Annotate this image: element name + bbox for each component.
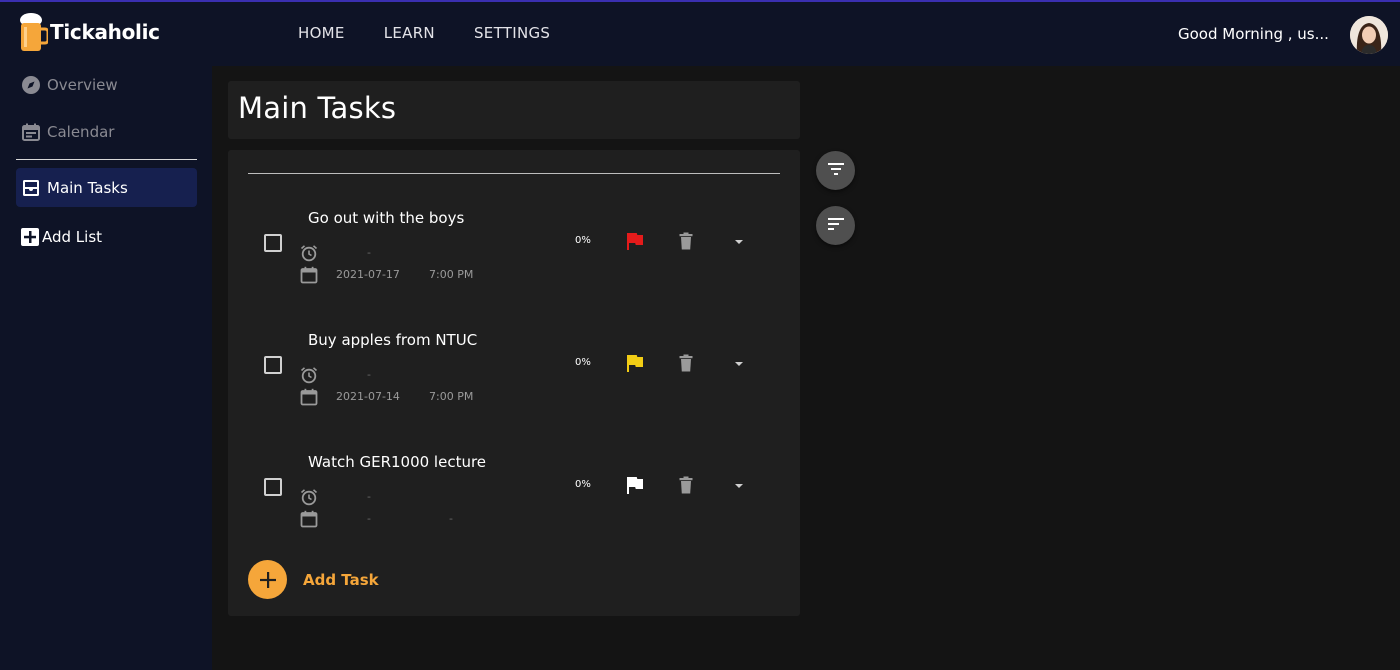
sidebar-item-label: Calendar bbox=[47, 123, 115, 141]
sidebar-item-label: Add List bbox=[42, 228, 103, 246]
trash-icon[interactable] bbox=[676, 231, 696, 251]
filter-icon bbox=[826, 159, 846, 183]
top-bar: Tickaholic HOME LEARN SETTINGS Good Morn… bbox=[0, 0, 1400, 66]
chevron-down-icon[interactable] bbox=[729, 475, 749, 495]
task-panel: Go out with the boys - 2021-07-17 7:00 P… bbox=[228, 150, 800, 616]
task-name: Go out with the boys bbox=[308, 209, 465, 227]
compass-icon bbox=[21, 75, 41, 95]
sidebar-divider bbox=[16, 159, 197, 160]
nav-home[interactable]: HOME bbox=[298, 24, 345, 42]
sort-button[interactable] bbox=[816, 206, 855, 245]
task-time: - bbox=[449, 512, 453, 525]
flag-icon[interactable] bbox=[625, 231, 645, 251]
reminder-value: - bbox=[367, 368, 371, 381]
reminder-value: - bbox=[367, 490, 371, 503]
calendar-icon bbox=[21, 122, 41, 142]
sidebar-item-label: Overview bbox=[47, 76, 118, 94]
sidebar-item-calendar[interactable]: Calendar bbox=[16, 113, 197, 151]
flag-icon[interactable] bbox=[625, 353, 645, 373]
page-title: Main Tasks bbox=[238, 91, 397, 125]
sidebar: Overview Calendar Main Tasks Add List bbox=[0, 66, 212, 670]
task-item: Go out with the boys - 2021-07-17 7:00 P… bbox=[228, 204, 800, 294]
flag-icon[interactable] bbox=[625, 475, 645, 495]
filter-button[interactable] bbox=[816, 151, 855, 190]
nav-learn[interactable]: LEARN bbox=[384, 24, 435, 42]
main-nav: HOME LEARN SETTINGS bbox=[298, 24, 589, 42]
add-box-icon bbox=[20, 227, 40, 247]
task-date: 2021-07-14 bbox=[336, 390, 400, 403]
task-item: Buy apples from NTUC - 2021-07-14 7:00 P… bbox=[228, 326, 800, 416]
task-checkbox[interactable] bbox=[264, 478, 282, 496]
chevron-down-icon[interactable] bbox=[729, 353, 749, 373]
task-time: 7:00 PM bbox=[429, 268, 474, 281]
app-logo[interactable]: Tickaholic bbox=[18, 10, 160, 54]
sort-icon bbox=[826, 214, 846, 238]
alarm-icon bbox=[300, 244, 318, 262]
calendar-icon bbox=[300, 266, 318, 284]
task-progress: 0% bbox=[575, 357, 591, 368]
task-item: Watch GER1000 lecture - - - 0% bbox=[228, 448, 800, 538]
nav-settings[interactable]: SETTINGS bbox=[474, 24, 550, 42]
add-task-label: Add Task bbox=[303, 570, 379, 589]
plus-icon bbox=[248, 560, 287, 599]
inbox-icon bbox=[21, 178, 41, 198]
task-time: 7:00 PM bbox=[429, 390, 474, 403]
calendar-icon bbox=[300, 510, 318, 528]
task-progress: 0% bbox=[575, 479, 591, 490]
add-task-button[interactable]: Add Task bbox=[248, 560, 379, 599]
task-progress: 0% bbox=[575, 235, 591, 246]
alarm-icon bbox=[300, 488, 318, 506]
sidebar-item-add-list[interactable]: Add List bbox=[15, 218, 196, 256]
sidebar-item-main-tasks[interactable]: Main Tasks bbox=[16, 168, 197, 207]
alarm-icon bbox=[300, 366, 318, 384]
avatar[interactable] bbox=[1350, 16, 1388, 54]
task-name: Buy apples from NTUC bbox=[308, 331, 478, 349]
task-date: - bbox=[367, 512, 371, 525]
trash-icon[interactable] bbox=[676, 475, 696, 495]
reminder-value: - bbox=[367, 246, 371, 259]
panel-divider bbox=[248, 173, 780, 174]
sidebar-item-overview[interactable]: Overview bbox=[16, 66, 197, 104]
page-title-card: Main Tasks bbox=[228, 81, 800, 139]
beer-mug-icon bbox=[18, 11, 50, 53]
task-checkbox[interactable] bbox=[264, 234, 282, 252]
task-date: 2021-07-17 bbox=[336, 268, 400, 281]
greeting-text: Good Morning , us... bbox=[1178, 25, 1329, 43]
calendar-icon bbox=[300, 388, 318, 406]
task-checkbox[interactable] bbox=[264, 356, 282, 374]
task-name: Watch GER1000 lecture bbox=[308, 453, 487, 471]
app-name: Tickaholic bbox=[50, 20, 160, 44]
trash-icon[interactable] bbox=[676, 353, 696, 373]
chevron-down-icon[interactable] bbox=[729, 231, 749, 251]
sidebar-item-label: Main Tasks bbox=[47, 178, 128, 197]
